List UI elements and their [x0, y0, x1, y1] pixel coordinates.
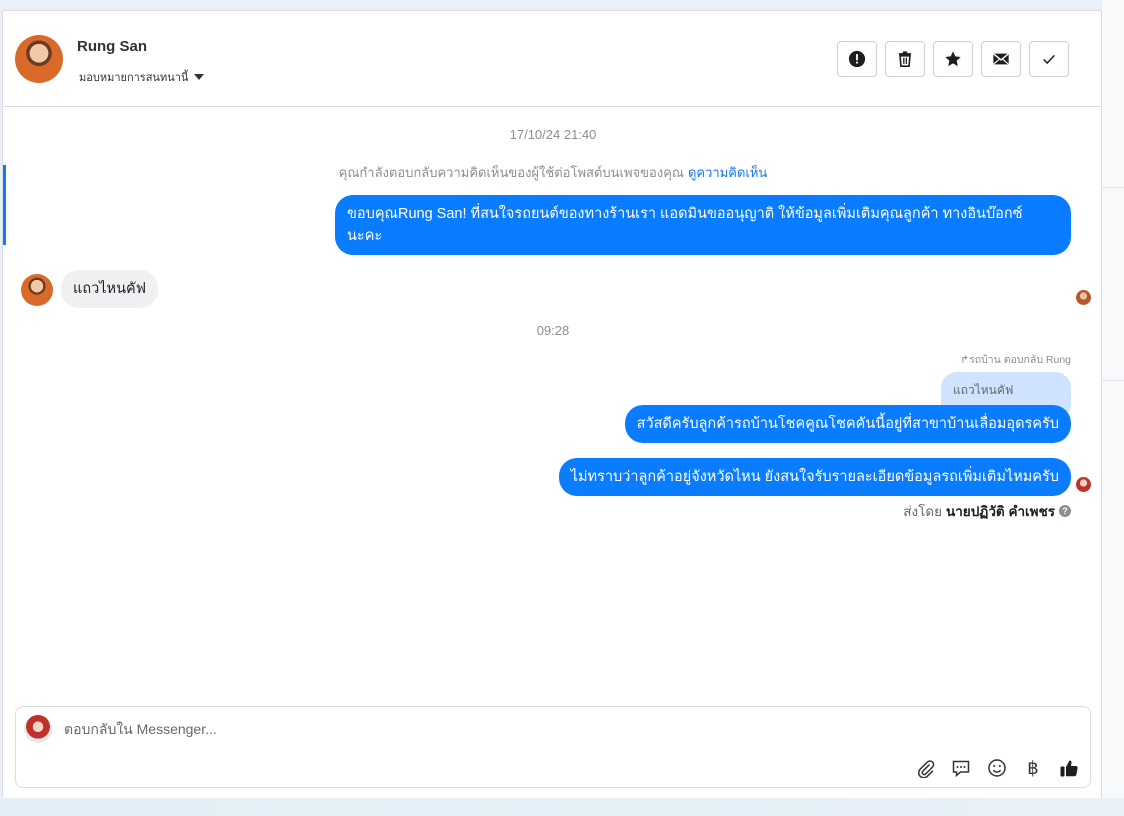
page-avatar	[24, 715, 52, 743]
reply-input[interactable]	[64, 717, 964, 741]
saved-reply-button[interactable]	[950, 757, 972, 779]
reply-context-label: ↱รถบ้าน ตอบกลับ Rung	[960, 354, 1071, 366]
contact-name[interactable]: Rung San	[77, 38, 147, 55]
view-comment-link[interactable]: ดูความคิดเห็น	[688, 165, 767, 180]
outgoing-message[interactable]: สวัสดีครับลูกค้ารถบ้านโชคคูณโชคคันนี้อยู…	[624, 405, 1071, 443]
baht-icon: ฿	[1027, 757, 1039, 778]
comment-reply-notice: คุณกำลังตอบกลับความคิดเห็นของผู้ใช้ต่อโพ…	[3, 162, 1103, 183]
saved-reply-icon	[952, 760, 970, 778]
assign-conversation-dropdown[interactable]: มอบหมายการสนทนานี้	[79, 68, 205, 86]
timestamp: 17/10/24 21:40	[509, 127, 597, 142]
sent-by-label: ส่งโดย นายปฏิวัติ คำเพชร ?	[903, 500, 1071, 522]
attach-button[interactable]	[914, 757, 936, 779]
payment-button[interactable]: ฿	[1022, 757, 1044, 779]
composer-tools: ฿	[914, 757, 1080, 779]
alert-icon	[848, 50, 866, 68]
mark-done-button[interactable]	[1029, 41, 1069, 77]
seen-avatar	[1076, 290, 1091, 305]
delete-button[interactable]	[885, 41, 925, 77]
sent-by-name: นายปฏิวัติ คำเพชร	[946, 504, 1055, 519]
like-button[interactable]	[1058, 757, 1080, 779]
sent-by-prefix: ส่งโดย	[903, 504, 942, 519]
star-icon	[945, 51, 961, 67]
emoji-button[interactable]	[986, 757, 1008, 779]
outgoing-message[interactable]: ไม่ทราบว่าลูกค้าอยู่จังหวัดไหน ยังสนใจรั…	[558, 458, 1071, 496]
message-composer: ฿	[15, 706, 1091, 788]
conversation-header: Rung San มอบหมายการสนทนานี้	[3, 11, 1101, 107]
reply-arrow-icon: ↱	[960, 354, 970, 366]
like-icon	[1060, 760, 1078, 777]
seen-avatar	[1076, 477, 1091, 492]
contact-avatar[interactable]	[15, 35, 63, 83]
incoming-message[interactable]: แถวไหนคัฟ	[61, 270, 158, 308]
notice-text: คุณกำลังตอบกลับความคิดเห็นของผู้ใช้ต่อโพ…	[338, 165, 684, 180]
caret-down-icon	[194, 74, 205, 80]
contact-avatar-small[interactable]	[21, 274, 53, 306]
mark-unread-button[interactable]	[981, 41, 1021, 77]
conversation-panel: Rung San มอบหมายการสนทนานี้ 17/10/24 21:…	[2, 10, 1102, 798]
star-button[interactable]	[933, 41, 973, 77]
envelope-icon	[993, 53, 1009, 65]
timestamp: 09:28	[536, 323, 570, 338]
divider	[1102, 187, 1124, 188]
help-icon[interactable]: ?	[1059, 505, 1071, 517]
check-icon	[1043, 54, 1055, 65]
header-actions	[837, 41, 1069, 77]
divider	[1102, 380, 1124, 381]
attach-icon	[918, 760, 935, 778]
trash-icon	[898, 51, 912, 68]
spam-button[interactable]	[837, 41, 877, 77]
outgoing-message[interactable]: ขอบคุณRung San! ที่สนใจรถยนต์ของทางร้านเ…	[335, 195, 1071, 255]
right-background	[1102, 0, 1124, 816]
assign-label: มอบหมายการสนทนานี้	[79, 72, 189, 84]
bottom-background	[0, 798, 1124, 816]
emoji-icon	[988, 759, 1006, 777]
